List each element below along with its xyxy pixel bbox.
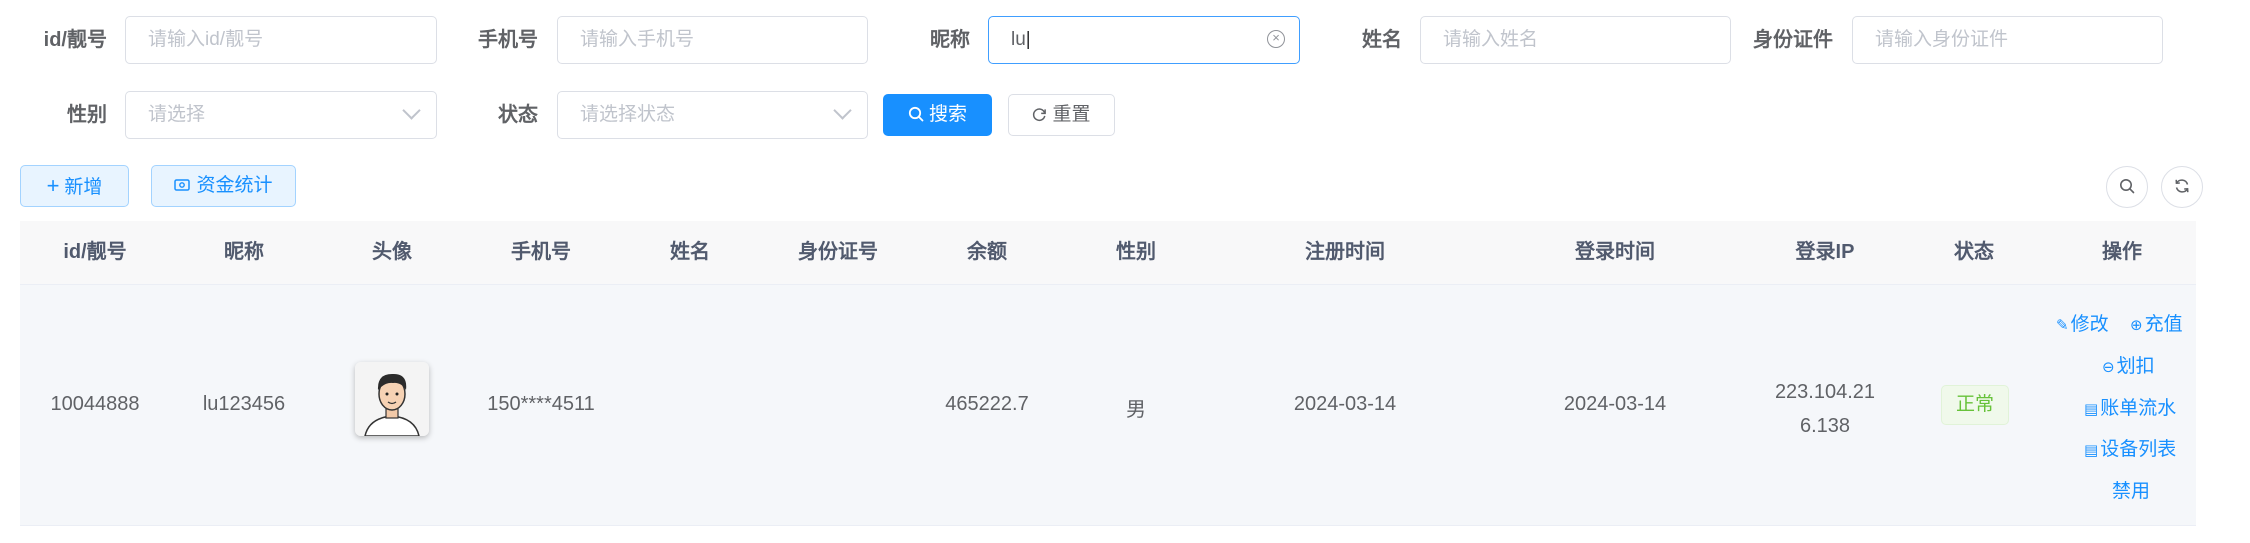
- filter-label-nickname: 昵称: [930, 29, 970, 51]
- column-header-status: 状态: [1954, 241, 1994, 263]
- column-header-register-time: 注册时间: [1305, 241, 1385, 263]
- id-input[interactable]: 请输入id/靓号: [125, 16, 437, 64]
- reset-button[interactable]: 重置: [1008, 94, 1115, 136]
- search-icon: [2120, 179, 2135, 194]
- disable-link-label: 禁用: [2112, 481, 2151, 502]
- login-ip-line-2: 6.138: [1799, 415, 1851, 437]
- idcard-input[interactable]: 请输入身份证件: [1852, 16, 2163, 64]
- column-header-gender: 性别: [1116, 241, 1156, 263]
- filter-label-gender: 性别: [67, 104, 107, 126]
- recharge-link[interactable]: ⊕ 充值: [2130, 309, 2183, 336]
- filter-label-idcard: 身份证件: [1753, 29, 1833, 51]
- deduct-link[interactable]: ⊖ 划扣: [2102, 351, 2155, 378]
- bill-flow-link-label: 账单流水: [2100, 398, 2177, 419]
- cell-login-time: 2024-03-14: [1563, 393, 1667, 415]
- cell-phone: 150****4511: [487, 393, 595, 415]
- search-button-label: 搜索: [928, 104, 967, 125]
- refresh-icon: [2175, 179, 2189, 193]
- column-header-actions: 操作: [2102, 241, 2142, 263]
- column-header-id: id/靓号: [63, 241, 127, 263]
- refresh-button[interactable]: [2161, 166, 2203, 208]
- column-header-name: 姓名: [670, 241, 710, 263]
- cell-nickname: lu123456: [202, 393, 286, 415]
- table-header: id/靓号 昵称 头像 手机号 姓名 身份证号 余额 性别 注册时间 登录时间 …: [20, 221, 2196, 285]
- column-header-idcard: 身份证号: [798, 241, 878, 263]
- document-icon: ▤: [2084, 442, 2099, 459]
- filter-label-id: id/靓号: [43, 29, 107, 51]
- device-list-link-label: 设备列表: [2100, 439, 2177, 460]
- nickname-input[interactable]: lu| ×: [988, 16, 1300, 64]
- device-list-link[interactable]: ▤ 设备列表: [2084, 434, 2176, 461]
- filter-label-name: 姓名: [1362, 29, 1402, 51]
- edit-link[interactable]: ✎ 修改: [2056, 309, 2109, 336]
- fund-stats-button-label: 资金统计: [196, 175, 273, 196]
- deduct-link-label: 划扣: [2116, 356, 2155, 377]
- edit-icon: ✎: [2056, 317, 2069, 334]
- gender-select-placeholder: 请选择: [148, 104, 206, 125]
- status-select[interactable]: 请选择状态: [557, 91, 868, 139]
- nickname-input-value: lu: [1011, 29, 1026, 50]
- chevron-down-icon: [833, 101, 852, 120]
- money-icon: [174, 179, 191, 191]
- circle-close-icon[interactable]: ×: [1267, 30, 1285, 48]
- column-header-avatar: 头像: [372, 241, 412, 263]
- cell-register-time: 2024-03-14: [1293, 393, 1397, 415]
- refresh-icon: [1033, 108, 1047, 122]
- document-icon: ▤: [2084, 401, 2099, 418]
- gender-select[interactable]: 请选择: [125, 91, 437, 139]
- recharge-link-label: 充值: [2144, 314, 2183, 335]
- table-row: 10044888 lu123456 150****4511 465222.7 男…: [20, 285, 2196, 526]
- filter-label-phone: 手机号: [478, 29, 538, 51]
- column-header-phone: 手机号: [511, 241, 571, 263]
- toggle-search-button[interactable]: [2106, 166, 2148, 208]
- search-icon: [908, 106, 924, 122]
- login-ip-line-1: 223.104.21: [1774, 381, 1876, 403]
- fund-stats-button[interactable]: 资金统计: [151, 165, 296, 207]
- avatar[interactable]: [355, 362, 429, 436]
- name-input[interactable]: 请输入姓名: [1420, 16, 1731, 64]
- column-header-nickname: 昵称: [224, 241, 264, 263]
- chevron-down-icon: [402, 101, 421, 120]
- cell-gender: 男: [1126, 399, 1146, 421]
- cell-balance: 465222.7: [945, 393, 1029, 415]
- filter-label-status: 状态: [498, 104, 538, 126]
- circle-plus-icon: ⊕: [2130, 317, 2143, 334]
- add-button-label: 新增: [64, 177, 103, 198]
- column-header-balance: 余额: [967, 241, 1007, 263]
- plus-icon: +: [46, 173, 60, 198]
- phone-input[interactable]: 请输入手机号: [557, 16, 868, 64]
- reset-button-label: 重置: [1052, 104, 1091, 125]
- cell-id: 10044888: [50, 393, 140, 415]
- add-button[interactable]: + 新增: [20, 165, 129, 207]
- cell-login-ip: 223.104.21 6.138: [1750, 375, 1900, 443]
- bill-flow-link[interactable]: ▤ 账单流水: [2084, 393, 2176, 420]
- edit-link-label: 修改: [2070, 314, 2109, 335]
- column-header-login-ip: 登录IP: [1795, 241, 1855, 263]
- circle-minus-icon: ⊖: [2102, 359, 2115, 376]
- status-select-placeholder: 请选择状态: [580, 104, 676, 125]
- search-button[interactable]: 搜索: [883, 94, 992, 136]
- column-header-login-time: 登录时间: [1575, 241, 1655, 263]
- status-badge: 正常: [1941, 385, 2009, 425]
- disable-link[interactable]: 禁用: [2112, 476, 2150, 503]
